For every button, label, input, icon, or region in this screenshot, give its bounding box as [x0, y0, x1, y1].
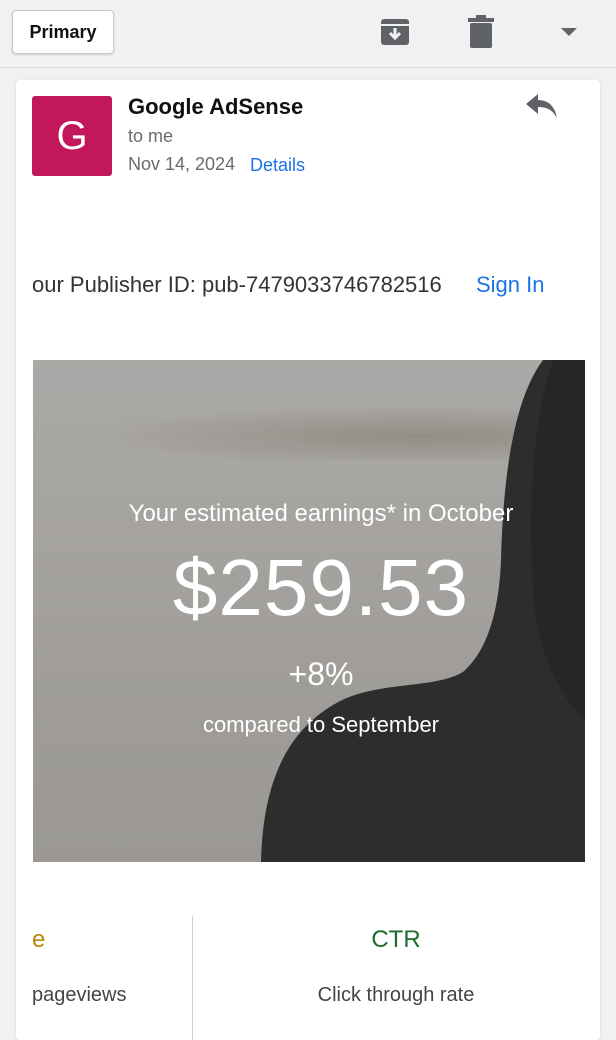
archive-icon[interactable]	[378, 14, 412, 50]
publisher-id-text: our Publisher ID: pub-7479033746782516	[32, 272, 442, 297]
sign-in-link[interactable]: Sign In	[476, 272, 545, 298]
ctr-label: Click through rate	[317, 984, 475, 1006]
earnings-amount: $259.53	[172, 543, 470, 632]
email-card: G Google AdSense to me Nov 14, 2024 Deta…	[16, 80, 600, 1040]
earnings-banner: Your estimated earnings* in October $259…	[33, 360, 585, 862]
earnings-caption: Your estimated earnings* in October	[128, 500, 514, 527]
chevron-down-icon[interactable]	[552, 14, 586, 50]
email-date: Nov 14, 2024	[128, 154, 236, 174]
pageviews-value: e	[32, 926, 46, 953]
ctr-value: CTR	[371, 926, 421, 953]
sender-name: Google AdSense	[128, 94, 304, 119]
primary-label: Primary	[29, 21, 97, 42]
top-toolbar: Primary	[0, 0, 616, 68]
back-to-primary-button[interactable]: Primary	[12, 10, 114, 54]
recipient-text: to me	[128, 126, 174, 146]
avatar-letter: G	[56, 113, 88, 158]
sender-avatar: G	[32, 96, 112, 176]
earnings-change: +8%	[288, 656, 354, 692]
earnings-compare-text: compared to September	[202, 712, 440, 737]
trash-icon[interactable]	[464, 14, 498, 50]
pageviews-label: pageviews	[32, 984, 127, 1006]
reply-icon[interactable]	[524, 92, 564, 126]
details-link[interactable]: Details	[250, 155, 305, 176]
stats-row: e pageviews CTR Click through rate	[16, 916, 600, 1040]
